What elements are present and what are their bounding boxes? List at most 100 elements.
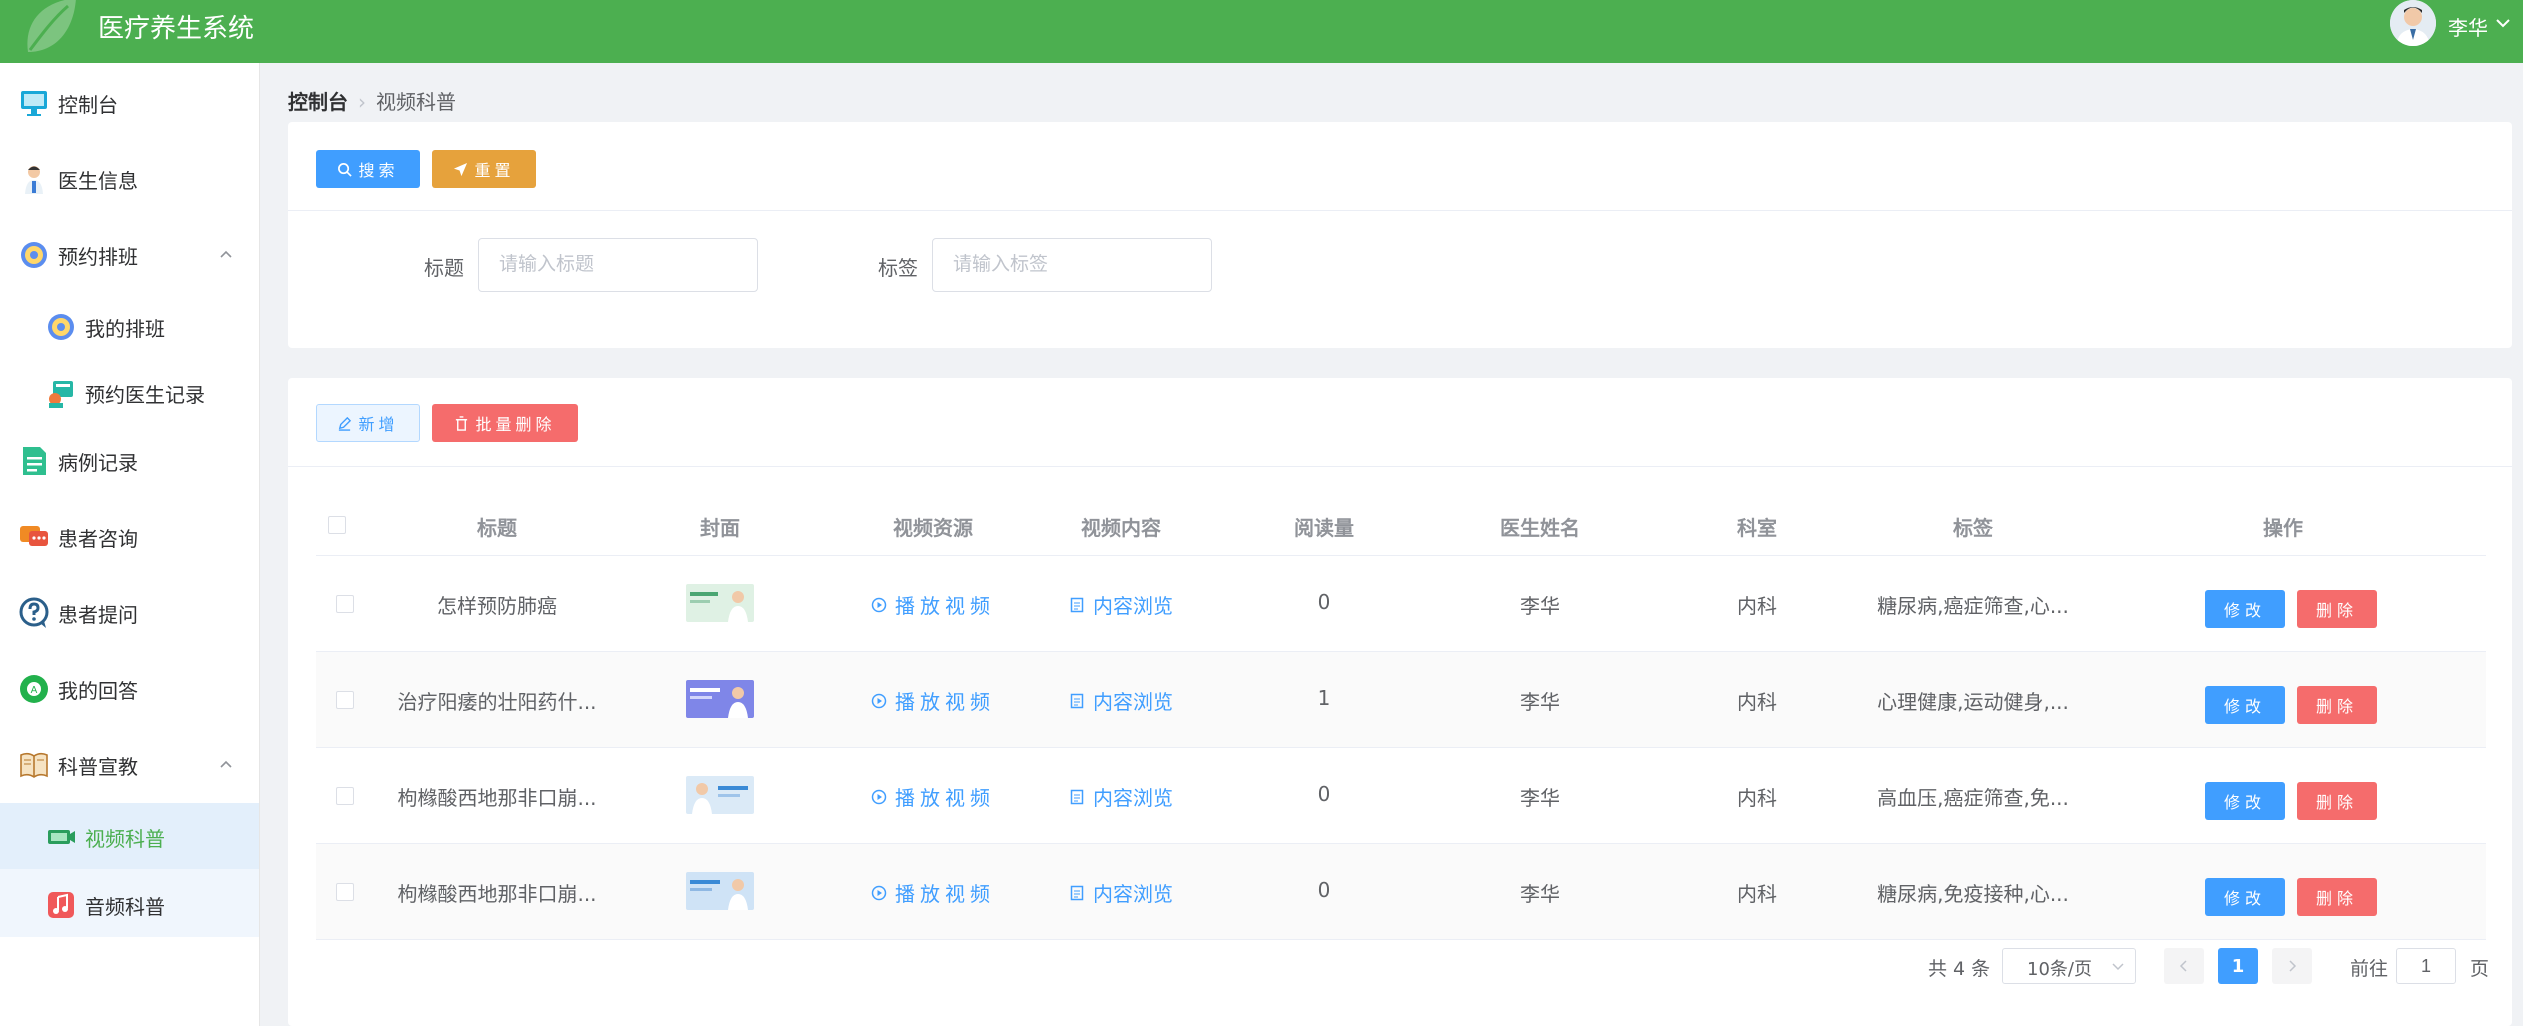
cell-department: 内科: [1737, 786, 1777, 810]
sidebar-item-doctor-info[interactable]: 医生信息: [0, 145, 259, 211]
top-header: 医疗养生系统 李华: [0, 0, 2523, 63]
play-video-link[interactable]: 播放视频: [871, 590, 995, 619]
play-video-link[interactable]: 播放视频: [871, 782, 995, 811]
sidebar-item-dashboard[interactable]: 控制台: [0, 69, 259, 135]
app-title: 医疗养生系统: [98, 14, 255, 44]
cover-thumbnail[interactable]: [686, 872, 754, 910]
search-icon: [338, 162, 353, 177]
user-name[interactable]: 李华: [2448, 12, 2488, 41]
goto-page-input[interactable]: [2396, 948, 2456, 984]
cell-doctor: 李华: [1520, 690, 1560, 714]
play-video-link[interactable]: 播放视频: [871, 878, 995, 907]
sidebar-item-video-education[interactable]: 视频科普: [0, 803, 259, 869]
sidebar-item-patient-question[interactable]: 患者提问: [0, 579, 259, 645]
sidebar-item-schedule[interactable]: 预约排班: [0, 221, 259, 287]
sidebar-item-label: 控制台: [58, 93, 118, 117]
content-preview-link[interactable]: 内容浏览: [1069, 686, 1173, 715]
breadcrumb-current: 视频科普: [376, 90, 456, 114]
table-panel: 新增 批量删除 标题 封面 视频资源 视频内容 阅读量 医生姓名 科室 标签 操…: [288, 378, 2512, 1026]
sidebar-item-audio-education[interactable]: 音频科普: [0, 871, 259, 937]
sidebar-item-label: 科普宣教: [58, 755, 138, 779]
next-page-button[interactable]: [2272, 948, 2312, 984]
sidebar-item-medical-records[interactable]: 病例记录: [0, 427, 259, 493]
user-avatar[interactable]: [2390, 0, 2436, 46]
add-button[interactable]: 新增: [316, 404, 420, 442]
select-all-checkbox[interactable]: [328, 516, 346, 534]
column-header: 标签: [1953, 516, 1993, 540]
cell-views: 0: [1317, 878, 1331, 902]
play-video-link[interactable]: 播放视频: [871, 686, 995, 715]
edit-button[interactable]: 修改: [2205, 878, 2285, 916]
sidebar-item-appointment-record[interactable]: 预约医生记录: [0, 359, 259, 425]
cover-thumbnail[interactable]: [686, 776, 754, 814]
cell-department: 内科: [1737, 690, 1777, 714]
sidebar-item-my-answers[interactable]: A 我的回答: [0, 655, 259, 721]
cell-doctor: 李华: [1520, 594, 1560, 618]
sidebar-item-health-education[interactable]: 科普宣教: [0, 731, 259, 797]
content-preview-link[interactable]: 内容浏览: [1069, 590, 1173, 619]
search-button[interactable]: 搜索: [316, 150, 420, 188]
content-preview-link[interactable]: 内容浏览: [1069, 878, 1173, 907]
tag-search-input[interactable]: [932, 238, 1212, 292]
page-number-current[interactable]: 1: [2218, 948, 2258, 984]
table-row: 枸橼酸西地那非口崩... 播放视频 内容浏览 0 李华 内科 高血压,癌症筛查,…: [316, 748, 2486, 844]
row-checkbox[interactable]: [336, 595, 354, 613]
title-label: 标题: [424, 256, 464, 280]
sidebar-item-patient-consult[interactable]: 患者咨询: [0, 503, 259, 569]
sidebar-item-my-schedule[interactable]: 我的排班: [0, 293, 259, 359]
title-search-input[interactable]: [478, 238, 758, 292]
edit-button[interactable]: 修改: [2205, 686, 2285, 724]
my-schedule-icon: [48, 314, 74, 340]
document-icon: [1070, 597, 1084, 612]
goto-label: 前往: [2350, 958, 2389, 980]
cell-tags: 高血压,癌症筛查,免...: [1877, 786, 2069, 810]
play-video-label: 播放视频: [895, 786, 995, 810]
page-size-value: 10条/页: [2027, 959, 2092, 980]
cell-tags: 心理健康,运动健身,...: [1877, 690, 2069, 714]
cell-title: 治疗阳痿的壮阳药什...: [397, 690, 597, 714]
table-header: 标题 封面 视频资源 视频内容 阅读量 医生姓名 科室 标签 操作: [316, 496, 2486, 556]
page-size-select[interactable]: 10条/页: [2002, 948, 2136, 984]
sidebar-item-label: 视频科普: [85, 827, 165, 851]
play-circle-icon: [871, 693, 887, 708]
batch-delete-button[interactable]: 批量删除: [432, 404, 578, 442]
chevron-left-icon: [2179, 960, 2187, 972]
row-checkbox[interactable]: [336, 883, 354, 901]
breadcrumb-root[interactable]: 控制台: [288, 90, 348, 114]
cover-thumbnail[interactable]: [686, 584, 754, 622]
column-header[interactable]: 标题: [477, 512, 517, 541]
trash-icon: [456, 415, 468, 431]
row-checkbox[interactable]: [336, 691, 354, 709]
content-preview-label: 内容浏览: [1093, 690, 1173, 714]
delete-button[interactable]: 删除: [2297, 782, 2377, 820]
content-preview-label: 内容浏览: [1093, 594, 1173, 618]
delete-button[interactable]: 删除: [2297, 686, 2377, 724]
add-button-label: 新增: [358, 415, 399, 434]
content-preview-label: 内容浏览: [1093, 882, 1173, 906]
content-preview-label: 内容浏览: [1093, 786, 1173, 810]
cell-views: 0: [1317, 590, 1331, 614]
play-video-label: 播放视频: [895, 594, 995, 618]
column-header: 科室: [1737, 516, 1777, 540]
edit-button[interactable]: 修改: [2205, 782, 2285, 820]
svg-text:A: A: [31, 685, 38, 696]
book-icon: [20, 752, 48, 778]
column-header: 视频内容: [1081, 516, 1161, 540]
row-checkbox[interactable]: [336, 787, 354, 805]
document-icon: [1070, 789, 1084, 804]
cover-thumbnail[interactable]: [686, 680, 754, 718]
cell-doctor: 李华: [1520, 786, 1560, 810]
document-icon: [1070, 885, 1084, 900]
chevron-down-icon[interactable]: [2494, 14, 2512, 32]
delete-button[interactable]: 删除: [2297, 590, 2377, 628]
breadcrumb: 控制台 › 视频科普: [288, 86, 456, 115]
delete-button[interactable]: 删除: [2297, 878, 2377, 916]
reset-button[interactable]: 重置: [432, 150, 536, 188]
prev-page-button[interactable]: [2164, 948, 2204, 984]
sidebar-item-label: 音频科普: [85, 895, 165, 919]
content-preview-link[interactable]: 内容浏览: [1069, 782, 1173, 811]
edit-button[interactable]: 修改: [2205, 590, 2285, 628]
chevron-up-icon: [220, 760, 232, 768]
column-header: 操作: [2263, 516, 2303, 540]
batch-delete-label: 批量删除: [475, 415, 556, 434]
